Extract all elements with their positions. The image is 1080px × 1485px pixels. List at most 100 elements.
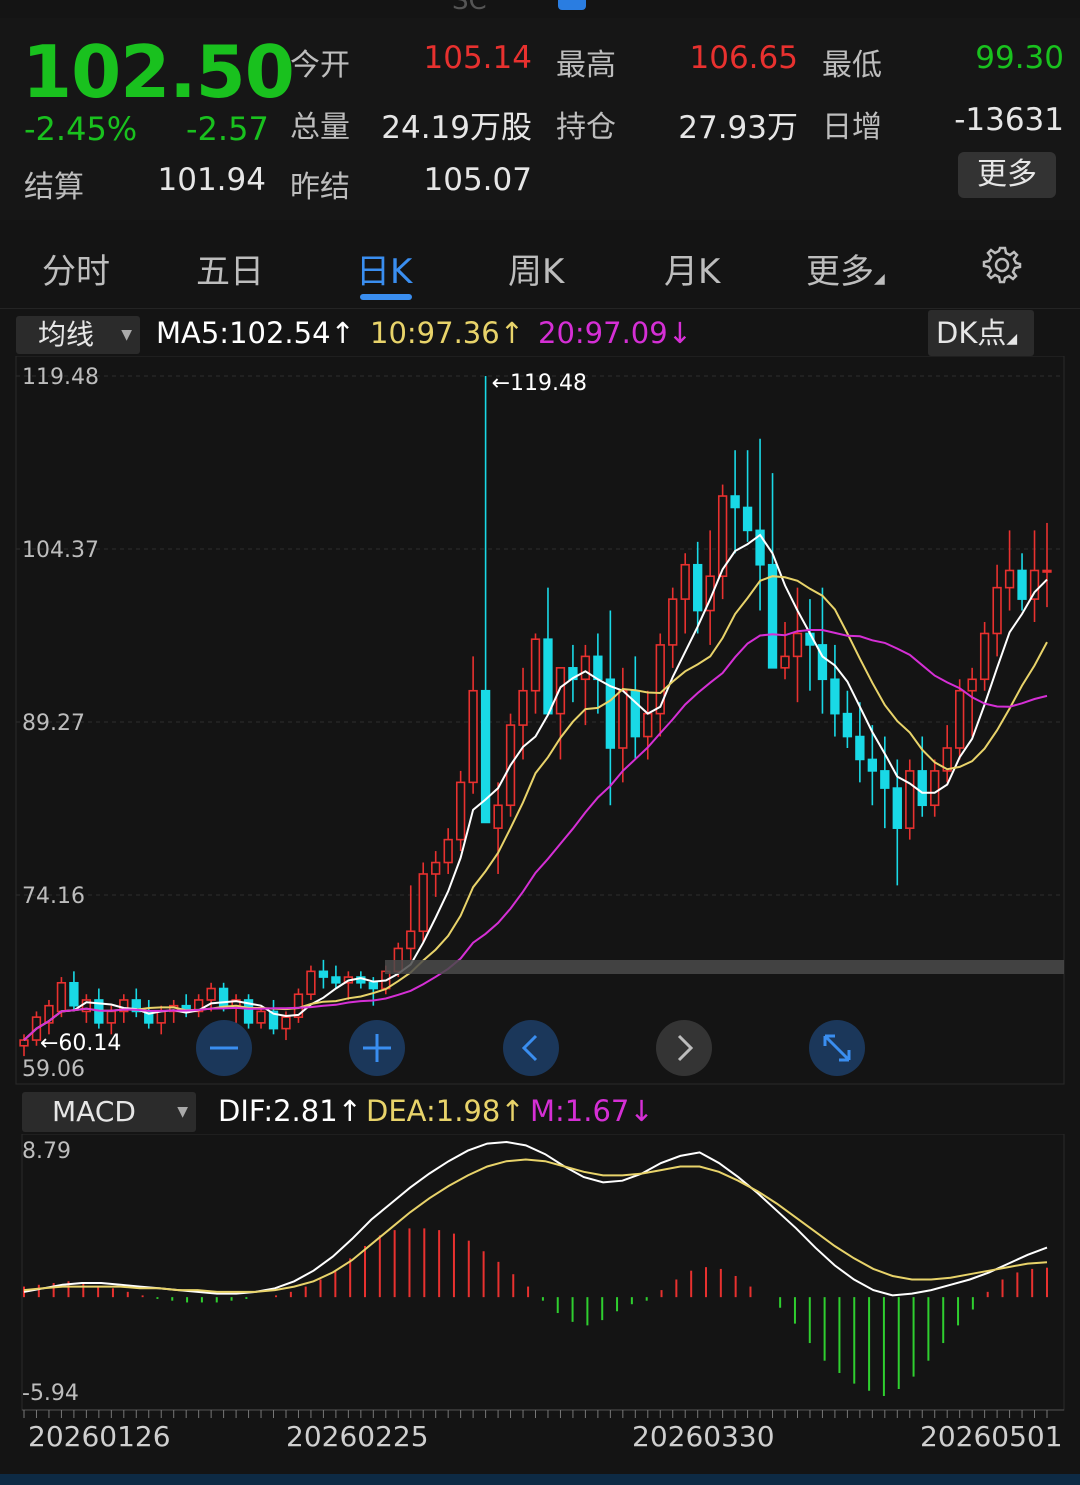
candle-body — [555, 667, 566, 715]
x-tick-label: 20260501 — [920, 1420, 1063, 1453]
scroll-right-button[interactable] — [656, 1020, 712, 1076]
chart-controls — [196, 1020, 865, 1076]
candle-body — [730, 495, 740, 509]
candle-body — [19, 1039, 29, 1047]
indicator-select-macd[interactable]: MACD ▼ — [22, 1092, 196, 1132]
y-tick-label: 89.27 — [22, 711, 85, 736]
macd-y-tick-label: -5.94 — [22, 1381, 79, 1406]
prev-settle-label: 昨结 — [290, 170, 350, 205]
oi-value: 27.93万 — [678, 110, 798, 146]
macd-select-caret-icon: ▼ — [177, 1104, 188, 1120]
candle-body — [56, 981, 67, 1013]
candle-body — [967, 678, 977, 692]
candle-body — [643, 712, 653, 738]
candle-body — [767, 563, 778, 669]
candle-body — [493, 804, 503, 829]
candle-body — [792, 632, 803, 658]
tab-more-caret-icon: ◢ — [874, 271, 885, 287]
candle-body — [1004, 569, 1015, 589]
tab-five-day[interactable]: 五日 — [196, 244, 264, 293]
zoom-in-button[interactable] — [349, 1020, 405, 1076]
candle-body — [431, 861, 441, 875]
open-value: 105.14 — [423, 40, 532, 76]
m-legend: M:1.67↓ — [530, 1094, 654, 1128]
candle-body — [618, 689, 628, 749]
change-value: -2.57 — [186, 110, 269, 148]
candle-body — [668, 598, 678, 646]
candle-body — [680, 563, 690, 600]
kchart-frame — [15, 356, 1065, 1085]
dk-caret-icon: ◢ — [1006, 331, 1018, 347]
candle-body — [331, 976, 341, 984]
tab-weekly-k[interactable]: 周K — [508, 244, 564, 293]
candle-body — [630, 689, 640, 738]
tab-intraday[interactable]: 分时 — [42, 244, 110, 293]
zoom-out-button[interactable] — [196, 1020, 252, 1076]
max-price-marker: ←119.48 — [492, 371, 587, 396]
candle-body — [992, 586, 1002, 635]
candle-body — [917, 770, 927, 807]
tab-daily-k[interactable]: 日K — [356, 244, 412, 293]
daily-inc-value: -13631 — [954, 102, 1064, 138]
tab-monthly-k[interactable]: 月K — [664, 244, 720, 293]
dk-point-label: DK点 — [936, 316, 1007, 350]
dea-legend: DEA:1.98↑ — [366, 1094, 525, 1128]
y-tick-label: 59.06 — [22, 1057, 85, 1082]
macd-y-tick-label: 8.79 — [22, 1139, 71, 1164]
quote-panel: 102.50 -2.45% -2.57 今开 105.14 最高 106.65 … — [0, 18, 1080, 220]
contract-tag — [558, 0, 586, 10]
candle-body — [1029, 569, 1040, 600]
low-label: 最低 — [822, 48, 882, 83]
dif-legend: DIF:2.81↑ — [218, 1094, 362, 1128]
contract-code: SC — [452, 0, 487, 16]
ma5-legend: MA5:102.54↑ — [156, 316, 355, 350]
change-pct: -2.45% — [24, 110, 138, 148]
candle-body — [580, 655, 591, 681]
scroll-left-button[interactable] — [503, 1020, 559, 1076]
volume-value: 24.19万股 — [381, 110, 532, 146]
candle-body — [468, 689, 478, 784]
volume-label: 总量 — [290, 110, 350, 145]
open-label: 今开 — [290, 48, 350, 83]
candle-body — [979, 632, 990, 681]
min-price-marker: ←60.14 — [40, 1031, 121, 1056]
candle-body — [605, 678, 616, 749]
candle-body — [742, 506, 753, 532]
more-button[interactable]: 更多 — [958, 152, 1056, 198]
candle-body — [880, 770, 890, 789]
period-tabs: 分时 五日 日K 周K 月K 更多◢ — [0, 222, 1080, 309]
last-price: 102.50 — [22, 30, 295, 114]
candle-body — [830, 678, 840, 715]
indicator-select-ma[interactable]: 均线 ▼ — [16, 316, 140, 354]
fullscreen-button[interactable] — [809, 1020, 865, 1076]
ma20-legend: 20:97.09↓ — [538, 316, 692, 350]
settle-value: 101.94 — [157, 162, 266, 198]
dk-point-button[interactable]: DK点◢ — [928, 310, 1034, 356]
settle-label: 结算 — [24, 170, 84, 205]
oi-label: 持仓 — [556, 110, 616, 145]
candle-body — [593, 655, 603, 681]
tab-more[interactable]: 更多◢ — [806, 244, 885, 293]
active-tab-indicator — [360, 294, 412, 300]
ma-select-caret-icon: ▼ — [121, 327, 132, 343]
top-strip: SC — [0, 0, 1080, 18]
x-tick-label: 20260330 — [632, 1420, 775, 1453]
candle-body — [443, 838, 453, 864]
candle-body — [855, 735, 865, 761]
candle-body — [955, 689, 965, 749]
candle-body — [156, 1010, 166, 1024]
candle-body — [905, 770, 915, 829]
candle-body — [306, 970, 316, 996]
dea-line — [23, 1158, 1048, 1293]
prev-settle-value: 105.07 — [423, 162, 532, 198]
candle-body — [780, 655, 790, 669]
candle-body — [1042, 569, 1052, 573]
high-label: 最高 — [556, 48, 616, 83]
macd-chart[interactable]: 8.79 -5.94 — [0, 1134, 1080, 1424]
ma10-legend: 10:97.36↑ — [370, 316, 524, 350]
gear-icon[interactable] — [980, 242, 1024, 286]
candlestick-chart[interactable]: 119.48 104.37 89.27 74.16 59.06 ←119.48 ←60.1… — [0, 356, 1080, 1086]
candle-body — [281, 1016, 291, 1030]
x-tick-label: 20260126 — [28, 1420, 171, 1453]
low-value: 99.30 — [975, 40, 1064, 76]
